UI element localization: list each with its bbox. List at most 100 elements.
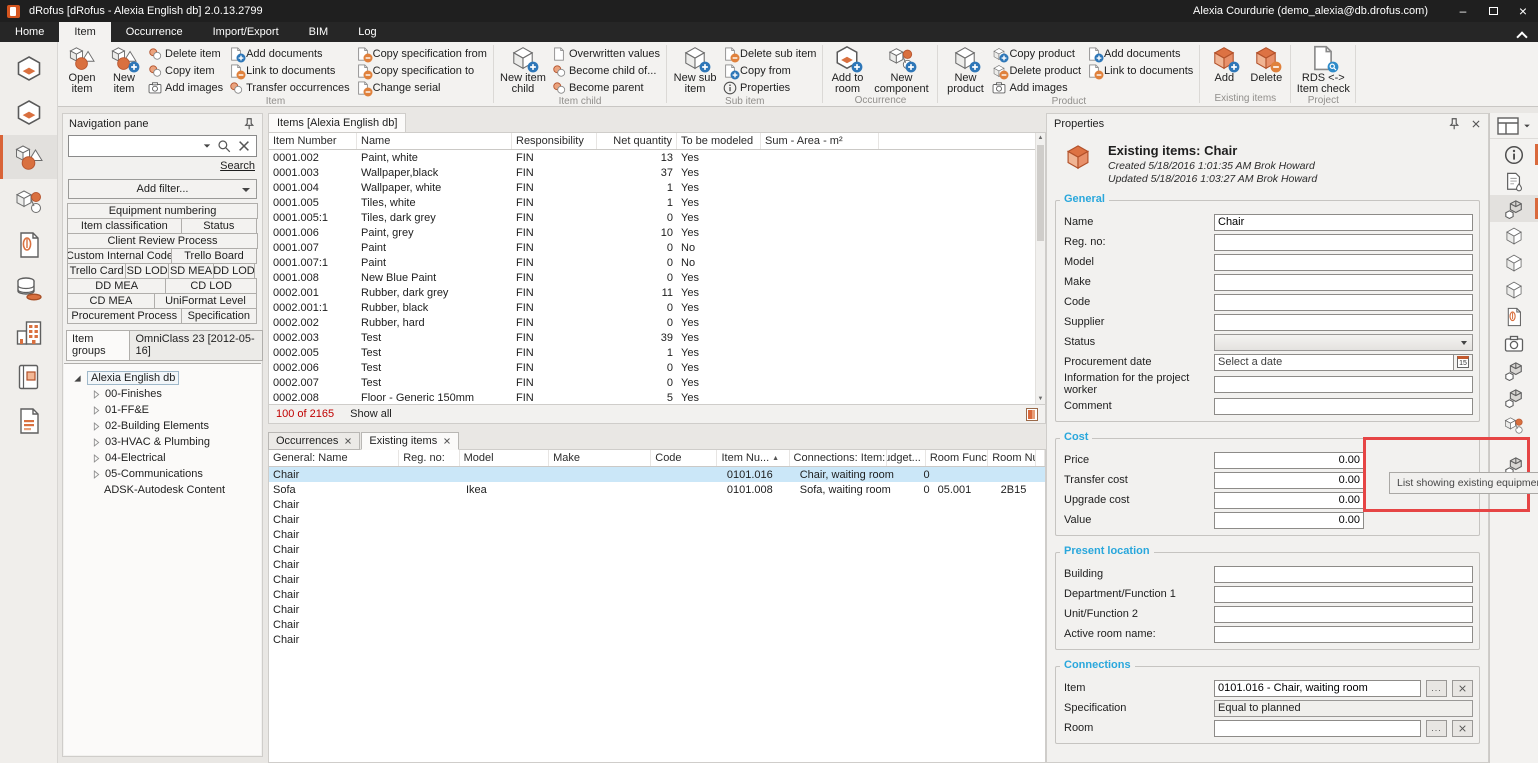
specification-panel-icon[interactable] xyxy=(1490,168,1538,195)
filter-button[interactable]: Item classification xyxy=(67,218,182,234)
tree-collapsed-icon[interactable] xyxy=(93,470,100,479)
item-row[interactable]: 0001.007 Paint FIN 0 No xyxy=(269,240,1045,255)
linked-components-panel-icon[interactable] xyxy=(1490,411,1538,438)
existing-item-row[interactable]: Chair xyxy=(269,632,1045,647)
components-module-icon[interactable] xyxy=(0,179,57,223)
close-tab-icon[interactable] xyxy=(443,437,451,445)
ribbon-tab[interactable]: Item xyxy=(59,22,110,42)
existing-item-row[interactable]: Chair xyxy=(269,602,1045,617)
tree-item[interactable]: 03-HVAC & Plumbing xyxy=(66,434,259,450)
existing-item-row[interactable]: Chair xyxy=(269,557,1045,572)
clear-search-icon[interactable] xyxy=(237,139,251,153)
new-product-button[interactable]: New product xyxy=(941,43,989,95)
status-dropdown[interactable] xyxy=(1214,334,1473,351)
item-row[interactable]: 0002.001 Rubber, dark grey FIN 11 Yes xyxy=(269,285,1045,300)
filter-button[interactable]: UniFormat Level xyxy=(154,293,257,309)
item-selection-panel-icon[interactable] xyxy=(1490,222,1538,249)
existing-item-row[interactable]: Chair xyxy=(269,527,1045,542)
existing-item-row[interactable]: Chair xyxy=(269,512,1045,527)
open-item-button[interactable]: Open item xyxy=(61,43,103,95)
column-header[interactable]: Budget... xyxy=(887,450,926,466)
search-input[interactable] xyxy=(74,140,197,152)
filter-button[interactable]: DD MEA xyxy=(67,278,166,294)
copy-specification-to-button[interactable]: Copy specification to xyxy=(353,62,490,79)
tree-item[interactable]: 04-Electrical xyxy=(66,450,259,466)
item-row[interactable]: 0002.003 Test FIN 39 Yes xyxy=(269,330,1045,345)
active-room-input[interactable] xyxy=(1214,626,1473,643)
add-images-button[interactable]: Add images xyxy=(145,79,226,96)
existing-item-row[interactable]: Chair xyxy=(269,572,1045,587)
column-header[interactable]: Reg. no: xyxy=(399,450,459,466)
tree-item[interactable]: 02-Building Elements xyxy=(66,418,259,434)
product-link-to-documents-button[interactable]: Link to documents xyxy=(1084,62,1196,79)
items-module-icon[interactable] xyxy=(0,135,57,179)
search-link[interactable]: Search xyxy=(220,160,255,172)
column-header[interactable]: Code xyxy=(651,450,717,466)
new-component-button[interactable]: New component xyxy=(868,43,934,95)
items-list-tab[interactable]: Items [Alexia English db] xyxy=(268,113,406,132)
pin-icon[interactable] xyxy=(242,117,256,131)
transfer-cost-input[interactable] xyxy=(1214,472,1364,489)
ribbon-tab[interactable]: Log xyxy=(343,22,391,42)
tree-expanded-icon[interactable] xyxy=(73,374,82,383)
column-header[interactable]: Room Funct... xyxy=(926,450,988,466)
layout-selector-button[interactable] xyxy=(1490,113,1538,139)
procurement-date-input[interactable] xyxy=(1214,354,1453,371)
items-pan el-icon[interactable] xyxy=(1490,195,1538,222)
search-history-caret-icon[interactable] xyxy=(204,144,210,147)
comment-input[interactable] xyxy=(1214,398,1473,415)
upgrade-cost-input[interactable] xyxy=(1214,492,1364,509)
filter-button[interactable]: CD MEA xyxy=(67,293,155,309)
filter-button[interactable]: Status xyxy=(181,218,257,234)
column-header-sorted[interactable]: Item Nu...▲ xyxy=(717,450,789,466)
column-header[interactable]: Room Nu... xyxy=(988,450,1036,466)
department-input[interactable] xyxy=(1214,586,1473,603)
column-header[interactable]: Net quantity xyxy=(597,133,677,149)
delete-item-button[interactable]: Delete item xyxy=(145,45,226,62)
filter-button[interactable]: SD MEA xyxy=(168,263,214,279)
item-row[interactable]: 0002.007 Test FIN 0 Yes xyxy=(269,375,1045,390)
existing-item-row[interactable]: Chair xyxy=(269,542,1045,557)
tree-collapsed-icon[interactable] xyxy=(93,454,100,463)
existing-items-delete-button[interactable]: Delete xyxy=(1245,43,1287,84)
scroll-up-icon[interactable]: ▲ xyxy=(1036,133,1045,143)
browse-room-button[interactable]: ... xyxy=(1426,720,1447,737)
unit-input[interactable] xyxy=(1214,606,1473,623)
delete-sub-item-button[interactable]: Delete sub item xyxy=(720,45,819,62)
info-panel-icon[interactable] xyxy=(1490,141,1538,168)
filter-button[interactable]: DD LOD xyxy=(213,263,255,279)
item-row[interactable]: 0001.008 New Blue Paint FIN 0 Yes xyxy=(269,270,1045,285)
filter-button[interactable]: Procurement Process xyxy=(67,308,182,324)
model-tree-panel-icon[interactable] xyxy=(1490,249,1538,276)
item-row[interactable]: 0001.003 Wallpaper,black FIN 37 Yes xyxy=(269,165,1045,180)
close-button[interactable]: × xyxy=(1508,0,1538,22)
documents-module-icon[interactable] xyxy=(0,223,57,267)
tree-item[interactable]: ADSK-Autodesk Content xyxy=(66,482,259,498)
tree-item[interactable]: 01-FF&E xyxy=(66,402,259,418)
value-input[interactable] xyxy=(1214,512,1364,529)
item-row[interactable]: 0001.004 Wallpaper, white FIN 1 Yes xyxy=(269,180,1045,195)
supplier-input[interactable] xyxy=(1214,314,1473,331)
product-add-documents-button[interactable]: Add documents xyxy=(1084,45,1196,62)
copy-specification-from-button[interactable]: Copy specification from xyxy=(353,45,490,62)
copy-item-button[interactable]: Copy item xyxy=(145,62,226,79)
reports-module-icon[interactable] xyxy=(0,399,57,443)
column-header[interactable]: Item Number xyxy=(269,133,357,149)
item-row[interactable]: 0002.001:1 Rubber, black FIN 0 Yes xyxy=(269,300,1045,315)
model-input[interactable] xyxy=(1214,254,1473,271)
room-templates-module-icon[interactable] xyxy=(0,91,57,135)
column-header[interactable]: General: Name xyxy=(269,450,399,466)
ribbon-tab[interactable]: Import/Export xyxy=(198,22,294,42)
tree-item[interactable]: 05-Communications xyxy=(66,466,259,482)
close-panel-icon[interactable] xyxy=(1471,119,1481,129)
column-header[interactable]: Make xyxy=(549,450,651,466)
add-documents-button[interactable]: Add documents xyxy=(226,45,353,62)
existing-items-add-button[interactable]: Add xyxy=(1203,43,1245,84)
rooms-module-icon[interactable] xyxy=(0,47,57,91)
item-window-panel-icon[interactable] xyxy=(1490,357,1538,384)
collapse-ribbon-icon[interactable] xyxy=(1518,30,1526,38)
existing-item-row[interactable]: Chair xyxy=(269,587,1045,602)
filter-button[interactable]: Specification xyxy=(181,308,257,324)
code-input[interactable] xyxy=(1214,294,1473,311)
close-tab-icon[interactable] xyxy=(344,437,352,445)
